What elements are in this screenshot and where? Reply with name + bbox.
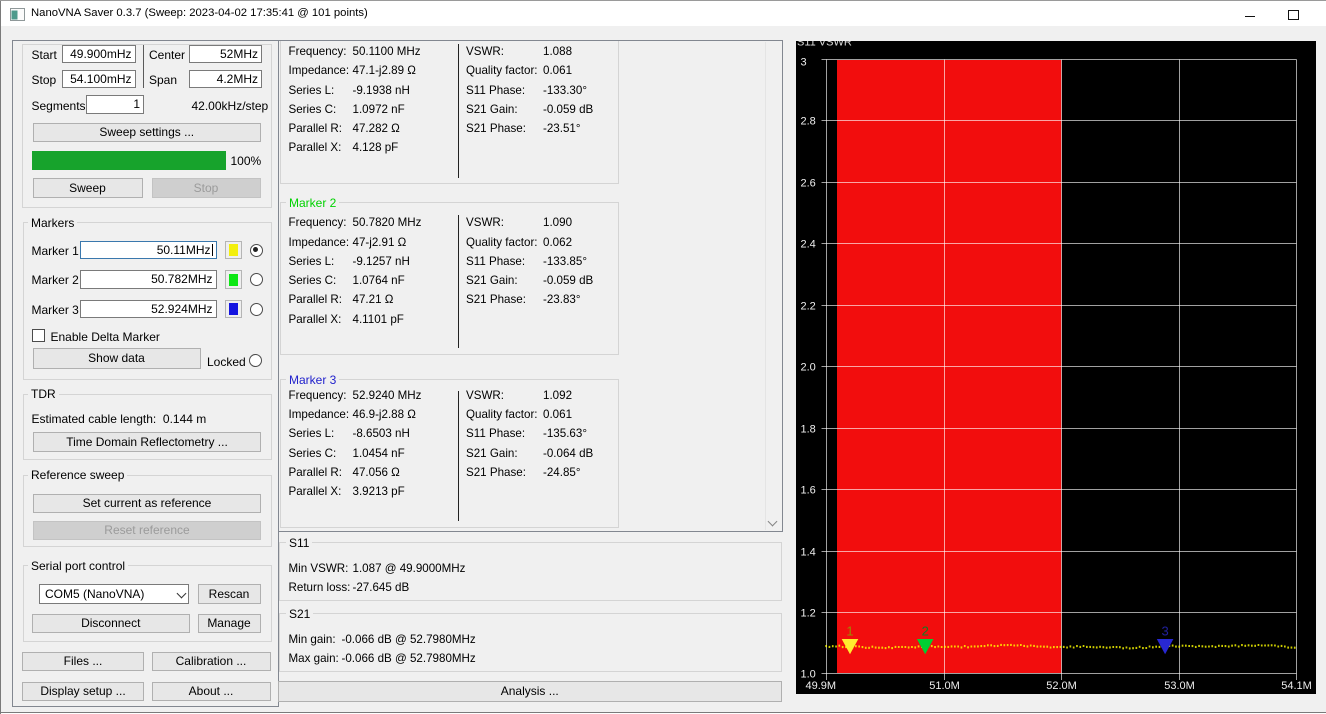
- svg-text:54.1M: 54.1M: [1281, 680, 1312, 692]
- svg-text:1.6: 1.6: [801, 485, 816, 497]
- svg-text:2.0: 2.0: [801, 362, 816, 374]
- svg-text:52.0M: 52.0M: [1046, 680, 1077, 692]
- svg-text:2.2: 2.2: [801, 301, 816, 313]
- svg-text:1.8: 1.8: [801, 424, 816, 436]
- svg-text:1.2: 1.2: [801, 608, 816, 620]
- svg-text:1.4: 1.4: [801, 547, 816, 559]
- svg-text:2.4: 2.4: [801, 239, 816, 251]
- svg-text:S11 VSWR: S11 VSWR: [797, 41, 852, 49]
- svg-text:2: 2: [922, 623, 929, 638]
- svg-text:2.8: 2.8: [801, 116, 816, 128]
- svg-text:51.0M: 51.0M: [929, 680, 960, 692]
- svg-text:53.0M: 53.0M: [1164, 680, 1195, 692]
- svg-text:49.9M: 49.9M: [806, 680, 837, 692]
- svg-text:3: 3: [801, 57, 807, 69]
- svg-text:1: 1: [846, 623, 853, 638]
- svg-text:3: 3: [1161, 623, 1168, 638]
- svg-text:2.6: 2.6: [801, 178, 816, 190]
- svg-text:1.0: 1.0: [801, 669, 816, 681]
